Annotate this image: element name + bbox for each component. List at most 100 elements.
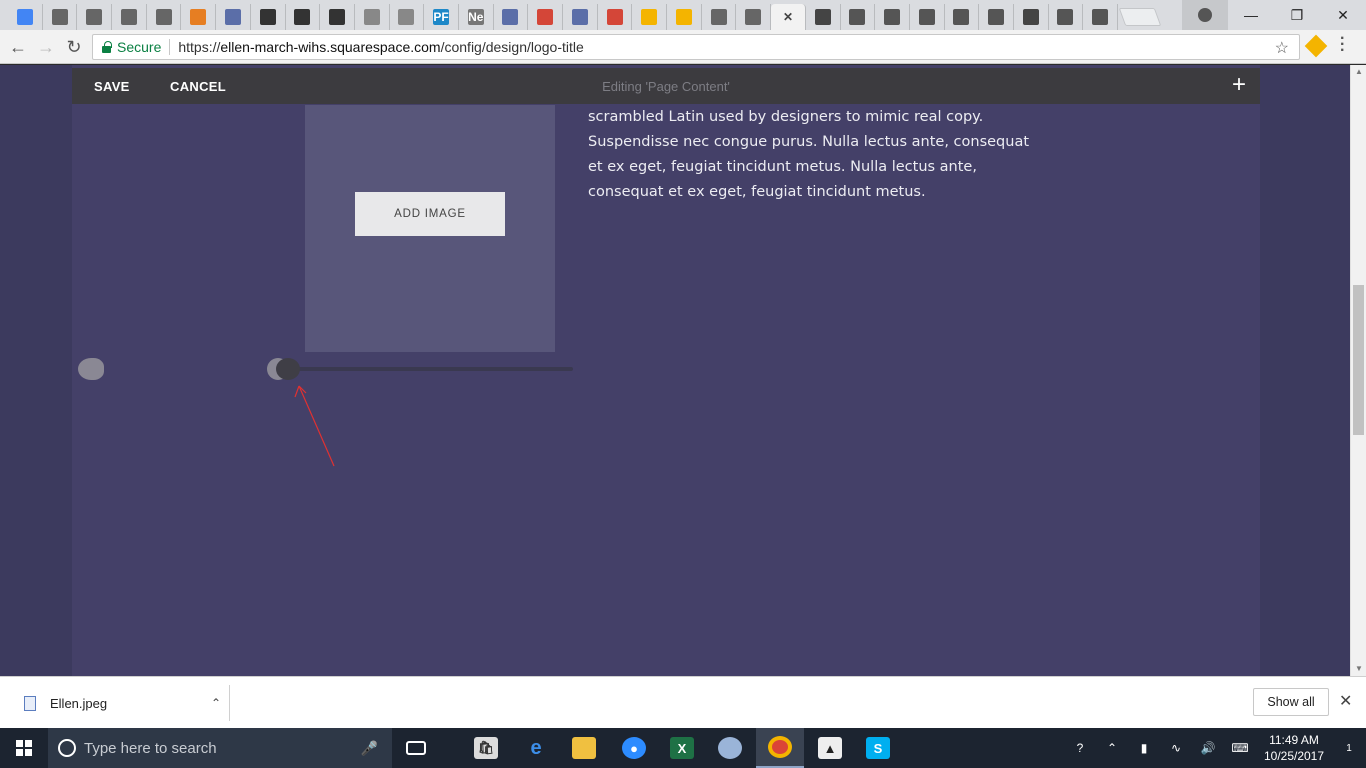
red-arrow-annotation	[294, 385, 335, 467]
profile-button[interactable]	[1182, 0, 1228, 30]
browser-tab[interactable]: PF	[424, 4, 459, 30]
excel-icon: X	[670, 737, 694, 759]
browser-tab[interactable]	[528, 4, 563, 30]
clock[interactable]: 11:49 AM 10/25/2017	[1256, 732, 1332, 764]
browser-tab[interactable]	[598, 4, 633, 30]
browser-tab[interactable]: ✕	[771, 4, 806, 30]
scroll-down-icon[interactable]: ▼	[1354, 664, 1364, 674]
download-item[interactable]: Ellen.jpeg ⌃	[14, 685, 230, 721]
close-window-button[interactable]: ✕	[1320, 0, 1366, 30]
cube-icon	[710, 9, 727, 25]
edge-icon: e	[530, 736, 542, 759]
browser-tab[interactable]: Ne	[459, 4, 494, 30]
slider-track[interactable]	[285, 367, 573, 371]
start-button[interactable]	[0, 728, 48, 768]
squarespace-icon	[1022, 9, 1039, 25]
photos-app[interactable]: ▲	[806, 728, 854, 768]
address-bar[interactable]: Secure https://ellen-march-wihs.squaresp…	[92, 34, 1300, 60]
volume-icon[interactable]: 🔊	[1192, 741, 1224, 755]
back-button[interactable]: ←	[6, 36, 30, 58]
battery-icon[interactable]: ▮	[1128, 741, 1160, 755]
browser-tab[interactable]	[286, 4, 321, 30]
browser-tab[interactable]	[945, 4, 980, 30]
browser-tab[interactable]	[494, 4, 529, 30]
show-all-button[interactable]: Show all	[1253, 688, 1329, 716]
zoom-app[interactable]: ●	[610, 728, 658, 768]
browser-tab[interactable]	[77, 4, 113, 30]
body-text[interactable]: scrambled Latin used by designers to mim…	[588, 105, 1038, 205]
skype-app[interactable]: S	[854, 728, 902, 768]
help-icon[interactable]: ?	[1064, 741, 1096, 755]
browser-tab[interactable]	[875, 4, 910, 30]
browser-tab[interactable]	[702, 4, 737, 30]
browser-tab[interactable]	[841, 4, 876, 30]
browser-tab[interactable]	[181, 4, 217, 30]
browser-tab[interactable]	[632, 4, 668, 30]
active-tab-close-icon[interactable]: ✕	[780, 9, 796, 25]
cube-icon	[86, 9, 103, 25]
cube-icon	[120, 9, 137, 25]
save-button[interactable]: SAVE	[94, 79, 130, 94]
minimize-button[interactable]: —	[1228, 0, 1274, 30]
chrome-menu-icon[interactable]: · · ·	[1340, 31, 1345, 59]
browser-tab[interactable]	[251, 4, 286, 30]
browser-tab[interactable]	[1049, 4, 1084, 30]
cube-icon	[51, 9, 68, 25]
window-controls: — ❐ ✕	[1182, 0, 1366, 30]
news-icon: Ne	[467, 9, 484, 25]
slider-knob[interactable]	[276, 358, 300, 380]
bookmark-star-icon[interactable]: ☆	[1275, 38, 1289, 58]
browser-tab[interactable]	[147, 4, 182, 30]
scroll-up-icon[interactable]: ▲	[1354, 67, 1364, 77]
page-scrollbar[interactable]: ▲ ▼	[1350, 65, 1366, 676]
scroll-thumb[interactable]	[1353, 285, 1364, 435]
browser-tab[interactable]	[1083, 4, 1118, 30]
squarespace-icon	[814, 9, 831, 25]
browser-tab[interactable]	[320, 4, 355, 30]
page-icon	[363, 9, 380, 25]
excel-app[interactable]: X	[658, 728, 706, 768]
mountain-icon: ▲	[818, 737, 842, 759]
browser-tab[interactable]	[979, 4, 1014, 30]
drive-icon	[641, 9, 658, 25]
url-text[interactable]: https://ellen-march-wihs.squarespace.com…	[178, 39, 583, 55]
browser-tab[interactable]	[806, 4, 841, 30]
browser-tab[interactable]	[355, 4, 390, 30]
chevron-up-icon[interactable]: ⌃	[1096, 741, 1128, 755]
browser-tab[interactable]	[1014, 4, 1049, 30]
extension-icon[interactable]	[1304, 34, 1328, 58]
browser-tab[interactable]	[736, 4, 772, 30]
keyboard-icon[interactable]: ⌨	[1224, 741, 1256, 755]
editor-title: Editing 'Page Content'	[602, 78, 730, 94]
palette-icon	[718, 737, 742, 759]
forward-button[interactable]: →	[34, 36, 58, 58]
add-image-button[interactable]: ADD IMAGE	[355, 192, 505, 236]
tab-list: PF Ne ✕	[8, 4, 1162, 30]
browser-tab[interactable]	[667, 4, 702, 30]
new-tab-button[interactable]	[1118, 8, 1162, 26]
browser-tab[interactable]	[563, 4, 598, 30]
taskbar-search[interactable]: Type here to search 🎤	[48, 728, 392, 768]
chrome-app[interactable]	[756, 728, 804, 768]
browser-tab[interactable]	[390, 4, 425, 30]
browser-tab[interactable]	[8, 4, 43, 30]
browser-tab[interactable]	[910, 4, 945, 30]
action-center-icon[interactable]: 1	[1332, 728, 1366, 768]
close-icon[interactable]: ✕	[1339, 691, 1352, 711]
store-app[interactable]: 🛍	[462, 728, 510, 768]
browser-tab[interactable]	[216, 4, 251, 30]
browser-tab[interactable]	[43, 4, 78, 30]
browser-tab[interactable]	[112, 4, 147, 30]
add-block-icon[interactable]: +	[1232, 73, 1246, 97]
drag-handle[interactable]	[78, 358, 104, 380]
cancel-button[interactable]: CANCEL	[170, 79, 226, 94]
wifi-icon[interactable]: ∿	[1160, 741, 1192, 755]
task-view-button[interactable]	[392, 728, 440, 768]
paint-app[interactable]	[706, 728, 754, 768]
microphone-icon[interactable]: 🎤	[361, 740, 378, 757]
restore-button[interactable]: ❐	[1274, 0, 1320, 30]
reload-button[interactable]: ↻	[62, 36, 86, 58]
chevron-up-icon[interactable]: ⌃	[203, 696, 229, 710]
file-explorer-app[interactable]	[560, 728, 608, 768]
edge-app[interactable]: e	[512, 728, 560, 768]
